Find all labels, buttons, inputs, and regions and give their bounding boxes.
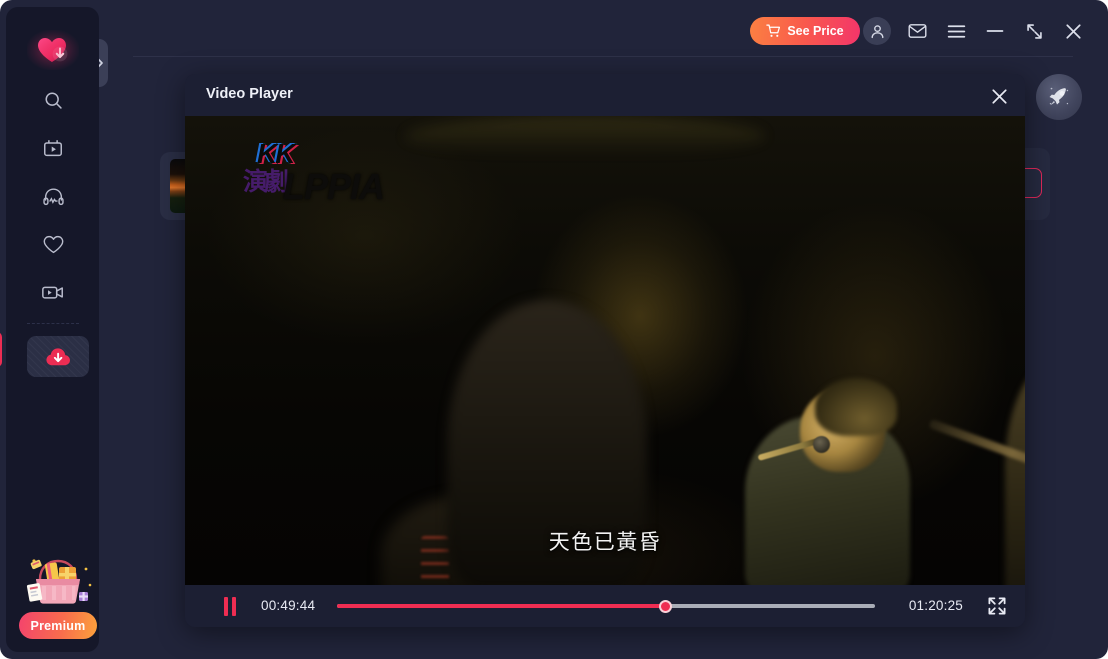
pause-icon-bar-left (224, 596, 228, 616)
watermark-cjk-text: 演劇 (243, 168, 289, 196)
headphones-icon (42, 187, 64, 205)
sidebar-item-video[interactable] (27, 128, 79, 168)
watermark-bottom-text: LPPIA (283, 166, 385, 207)
sidebar-item-recorder[interactable] (27, 272, 79, 312)
shopping-cart-icon (766, 24, 781, 37)
top-bar-divider (133, 56, 1073, 57)
close-icon (991, 88, 1007, 104)
video-controls-bar: 00:49:44 01:20:25 (185, 585, 1025, 627)
logo-glow (27, 30, 79, 70)
user-account-icon (871, 24, 883, 38)
cloud-download-icon (45, 347, 70, 365)
progress-bar-track[interactable] (337, 599, 875, 613)
video-player-close-button[interactable] (987, 84, 1011, 108)
microphone-head (813, 436, 830, 453)
video-player-titlebar: Video Player (185, 74, 1025, 116)
premium-label: Premium (30, 618, 86, 633)
video-subtitle: 天色已黃昏 (548, 531, 662, 554)
video-camera-icon (42, 286, 63, 299)
minimize-icon (986, 30, 1004, 32)
current-time-label: 00:49:44 (261, 598, 316, 613)
sidebar-item-search[interactable] (27, 80, 79, 120)
sidebar-item-downloaded[interactable] (27, 336, 89, 377)
restore-button[interactable] (1020, 17, 1048, 45)
top-bar: See Price (105, 7, 1102, 56)
sidebar-divider (27, 323, 79, 324)
video-player-title: Video Player (206, 86, 293, 102)
rocket-boost-icon[interactable] (1036, 74, 1082, 120)
total-time-label: 01:20:25 (908, 598, 963, 613)
account-button[interactable] (863, 17, 891, 45)
sidebar-active-accent (0, 332, 2, 367)
rocket-glyph-icon (1049, 87, 1069, 106)
menu-button[interactable] (942, 17, 970, 45)
stage-glow (405, 116, 765, 156)
pause-icon-bar-right (232, 596, 236, 616)
gift-basket-icon (26, 559, 92, 604)
sidebar: Premium (6, 7, 99, 652)
play-pause-button[interactable] (220, 596, 240, 616)
envelope-icon (908, 24, 926, 38)
video-watermark: KK 演劇 LPPIA (235, 138, 415, 212)
see-price-button[interactable]: See Price (750, 17, 860, 45)
fullscreen-icon (988, 597, 1006, 615)
see-price-label: See Price (787, 24, 844, 38)
close-icon (1065, 23, 1081, 39)
sidebar-item-audio[interactable] (27, 176, 79, 216)
video-library-icon (44, 140, 62, 157)
singer-hair (815, 378, 897, 436)
progress-bar-fill (337, 604, 666, 608)
close-button[interactable] (1059, 17, 1087, 45)
app-logo[interactable] (27, 30, 79, 70)
video-surface[interactable]: KK 演劇 LPPIA 天色已黃昏 (185, 116, 1025, 585)
application-window: Premium See Price Video Player KK 演劇 LPP… (0, 0, 1108, 659)
fullscreen-button[interactable] (987, 596, 1007, 616)
hamburger-menu-icon (947, 24, 965, 38)
search-icon (44, 91, 62, 109)
restore-window-icon (1026, 23, 1042, 39)
sidebar-item-favorite[interactable] (27, 224, 79, 264)
heart-icon (43, 235, 63, 253)
progress-bar-handle[interactable] (658, 599, 672, 613)
premium-button[interactable]: Premium (19, 612, 97, 639)
minimize-button[interactable] (981, 17, 1009, 45)
video-player-dialog: Video Player KK 演劇 LPPIA 天色已黃昏 00:49:44 … (185, 74, 1025, 627)
mail-button[interactable] (903, 17, 931, 45)
